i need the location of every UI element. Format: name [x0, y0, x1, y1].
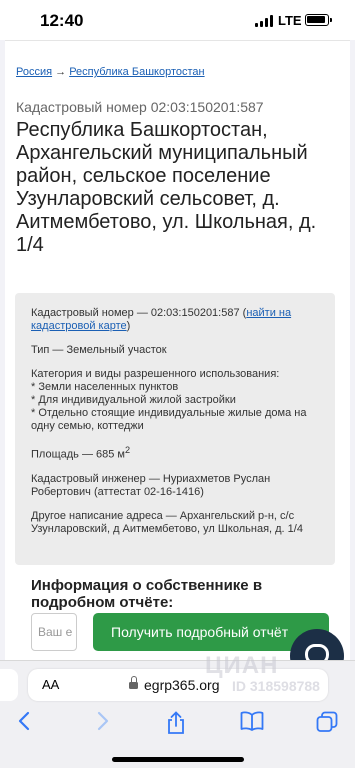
property-info-box: Кадастровый номер — 02:03:150201:587 (на… — [15, 293, 335, 565]
category-heading: Категория и виды разрешенного использова… — [31, 368, 280, 380]
chat-icon — [305, 644, 329, 660]
cadastral-number-label: Кадастровый номер 02:03:150201:587 — [16, 99, 264, 115]
lock-icon — [129, 676, 138, 689]
bottom-toolbar — [0, 709, 355, 739]
bookmarks-icon[interactable] — [240, 711, 264, 737]
category-item: * Земли населенных пунктов — [31, 381, 179, 393]
safari-toolbar: AA egrp365.org — [0, 660, 355, 768]
battery-icon — [305, 14, 332, 26]
area-unit-sup: 2 — [124, 445, 131, 455]
cadastral-suffix: ) — [126, 320, 131, 332]
status-time: 12:40 — [40, 11, 84, 30]
reader-aa-button[interactable]: AA — [42, 677, 59, 692]
signal-icon — [255, 15, 273, 27]
tabs-icon[interactable] — [316, 711, 338, 739]
page-title: Республика Башкортостан, Архангельский м… — [16, 119, 317, 256]
watermark-brand: ЦИАН — [205, 652, 279, 679]
email-input[interactable] — [31, 613, 77, 651]
web-page: Россия → Республика Башкортостан Кадастр… — [5, 40, 350, 660]
back-icon[interactable] — [18, 711, 30, 737]
engineer-line: Кадастровый инженер — Нуриахметов Руслан… — [31, 472, 271, 498]
area-text: Площадь — 685 м — [31, 448, 125, 461]
cadastral-text: Кадастровый номер — 02:03:150201:587 ( — [31, 307, 247, 319]
owner-info-title: Информация о собственнике в подробном от… — [31, 577, 263, 611]
network-label: LTE — [278, 13, 302, 28]
breadcrumb: Россия → Республика Башкортостан — [16, 66, 205, 78]
forward-icon[interactable] — [97, 711, 109, 737]
category-block: Категория и виды разрешенного использова… — [31, 368, 319, 433]
cadastral-line: Кадастровый номер — 02:03:150201:587 (на… — [31, 307, 319, 333]
share-icon[interactable] — [166, 711, 186, 741]
alt-address-line: Другое написание адреса — Архангельский … — [31, 509, 303, 535]
type-line: Тип — Земельный участок — [31, 344, 167, 356]
category-item: * Отдельно стоящие индивидуальные жилые … — [31, 407, 307, 432]
breadcrumb-separator: → — [55, 66, 67, 78]
area-line: Площадь — 685 м2 — [31, 444, 319, 462]
breadcrumb-item-russia[interactable]: Россия — [16, 66, 52, 78]
watermark-id: ID 318598788 — [232, 678, 320, 694]
previous-tab-edge[interactable] — [0, 669, 18, 701]
home-indicator — [112, 757, 244, 762]
status-bar: 12:40 LTE — [0, 0, 355, 40]
category-item: * Для индивидуальной жилой застройки — [31, 394, 236, 406]
breadcrumb-item-bashkortostan[interactable]: Республика Башкортостан — [69, 66, 204, 78]
